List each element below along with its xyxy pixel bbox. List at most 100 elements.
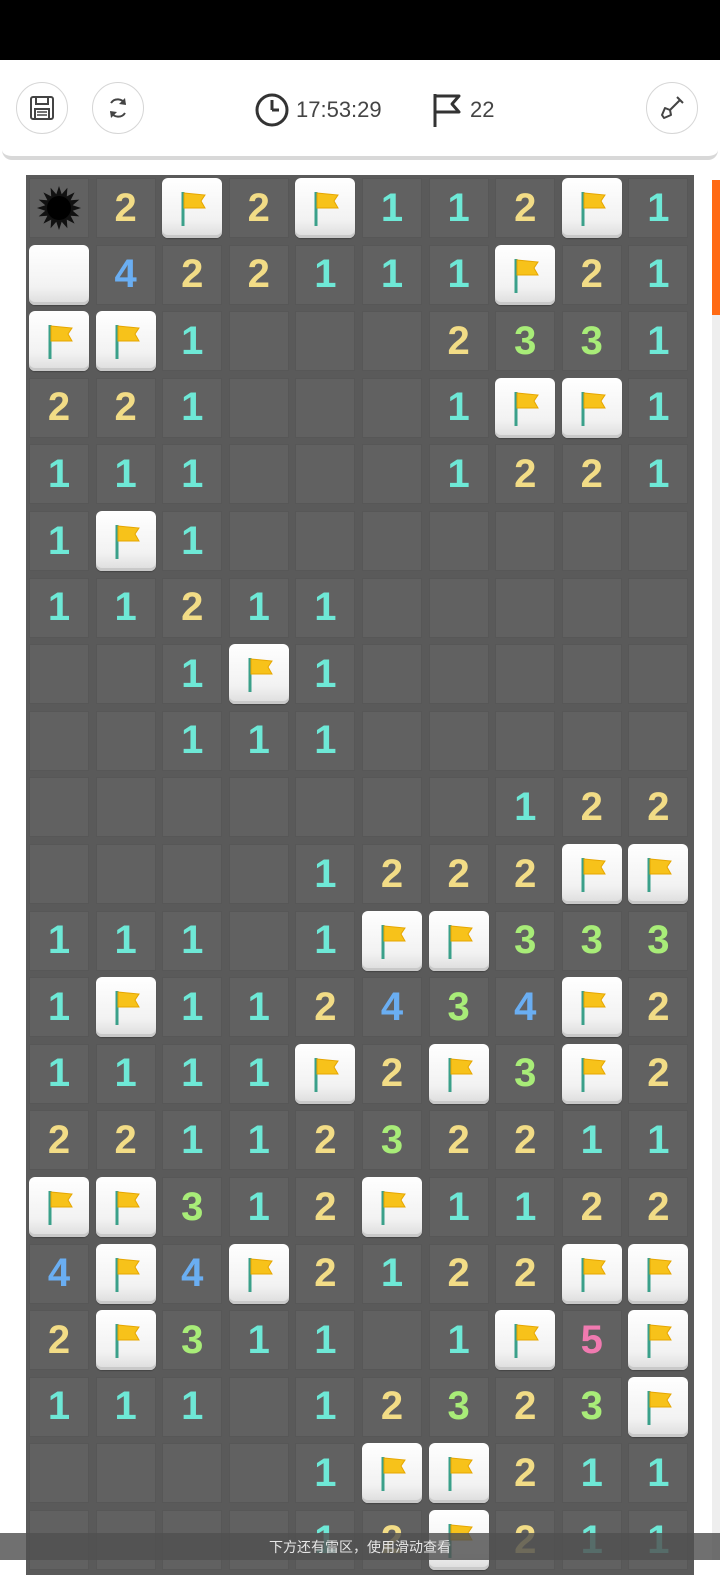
number-cell[interactable]: 1	[628, 1110, 689, 1171]
empty-cell[interactable]	[428, 777, 489, 838]
empty-cell[interactable]	[362, 444, 422, 505]
empty-cell[interactable]	[228, 377, 289, 438]
number-cell[interactable]: 1	[362, 244, 422, 305]
number-cell[interactable]: 1	[162, 1043, 223, 1104]
empty-cell[interactable]	[428, 644, 489, 705]
flagged-cell[interactable]	[95, 511, 156, 571]
flagged-cell[interactable]	[628, 1243, 689, 1304]
number-cell[interactable]: 1	[228, 577, 289, 638]
empty-cell[interactable]	[628, 710, 689, 771]
number-cell[interactable]: 2	[29, 377, 89, 438]
number-cell[interactable]: 2	[95, 178, 156, 238]
number-cell[interactable]: 1	[561, 1443, 622, 1504]
empty-cell[interactable]	[95, 844, 156, 904]
empty-cell[interactable]	[561, 511, 622, 571]
number-cell[interactable]: 1	[295, 710, 356, 771]
flagged-cell[interactable]	[95, 977, 156, 1038]
flagged-cell[interactable]	[561, 1043, 622, 1104]
number-cell[interactable]: 1	[628, 244, 689, 305]
number-cell[interactable]: 1	[228, 710, 289, 771]
empty-cell[interactable]	[29, 644, 89, 705]
number-cell[interactable]: 3	[428, 1376, 489, 1437]
flagged-cell[interactable]	[362, 1443, 422, 1504]
number-cell[interactable]: 1	[495, 1177, 556, 1237]
empty-cell[interactable]	[162, 777, 223, 838]
number-cell[interactable]: 2	[295, 1177, 356, 1237]
number-cell[interactable]: 3	[428, 977, 489, 1038]
number-cell[interactable]: 1	[362, 178, 422, 238]
number-cell[interactable]: 1	[162, 644, 223, 705]
number-cell[interactable]: 1	[228, 1177, 289, 1237]
number-cell[interactable]: 2	[362, 1376, 422, 1437]
empty-cell[interactable]	[228, 444, 289, 505]
empty-cell[interactable]	[495, 710, 556, 771]
number-cell[interactable]: 1	[495, 777, 556, 838]
flagged-cell[interactable]	[95, 311, 156, 372]
empty-cell[interactable]	[95, 644, 156, 705]
empty-cell[interactable]	[29, 1443, 89, 1504]
empty-cell[interactable]	[228, 910, 289, 971]
flagged-cell[interactable]	[95, 1243, 156, 1304]
number-cell[interactable]: 1	[428, 1310, 489, 1371]
empty-cell[interactable]	[95, 777, 156, 838]
number-cell[interactable]: 1	[428, 178, 489, 238]
number-cell[interactable]: 1	[295, 1376, 356, 1437]
empty-cell[interactable]	[495, 511, 556, 571]
number-cell[interactable]: 1	[162, 377, 223, 438]
number-cell[interactable]: 1	[362, 1243, 422, 1304]
number-cell[interactable]: 2	[628, 1177, 689, 1237]
flagged-cell[interactable]	[362, 910, 422, 971]
number-cell[interactable]: 1	[428, 1177, 489, 1237]
flagged-cell[interactable]	[561, 844, 622, 904]
empty-cell[interactable]	[628, 511, 689, 571]
empty-cell[interactable]	[29, 710, 89, 771]
number-cell[interactable]: 1	[295, 644, 356, 705]
number-cell[interactable]: 1	[29, 511, 89, 571]
number-cell[interactable]: 2	[228, 244, 289, 305]
number-cell[interactable]: 1	[295, 844, 356, 904]
empty-cell[interactable]	[628, 644, 689, 705]
number-cell[interactable]: 2	[495, 1443, 556, 1504]
flagged-cell[interactable]	[495, 377, 556, 438]
flagged-cell[interactable]	[29, 1177, 89, 1237]
empty-cell[interactable]	[495, 644, 556, 705]
number-cell[interactable]: 1	[428, 444, 489, 505]
number-cell[interactable]: 2	[362, 844, 422, 904]
number-cell[interactable]: 2	[228, 178, 289, 238]
number-cell[interactable]: 2	[428, 1110, 489, 1171]
shovel-button[interactable]	[646, 82, 698, 134]
flagged-cell[interactable]	[428, 1443, 489, 1504]
number-cell[interactable]: 1	[29, 910, 89, 971]
number-cell[interactable]: 1	[162, 444, 223, 505]
empty-cell[interactable]	[362, 1310, 422, 1371]
empty-cell[interactable]	[495, 577, 556, 638]
number-cell[interactable]: 2	[628, 777, 689, 838]
number-cell[interactable]: 1	[295, 1443, 356, 1504]
number-cell[interactable]: 1	[228, 977, 289, 1038]
empty-cell[interactable]	[228, 1443, 289, 1504]
flagged-cell[interactable]	[228, 644, 289, 705]
empty-cell[interactable]	[428, 577, 489, 638]
empty-cell[interactable]	[428, 511, 489, 571]
number-cell[interactable]: 2	[561, 444, 622, 505]
number-cell[interactable]: 1	[162, 1110, 223, 1171]
empty-cell[interactable]	[362, 710, 422, 771]
empty-cell[interactable]	[228, 1376, 289, 1437]
flagged-cell[interactable]	[295, 178, 356, 238]
flagged-cell[interactable]	[428, 1043, 489, 1104]
number-cell[interactable]: 4	[95, 244, 156, 305]
number-cell[interactable]: 1	[29, 1376, 89, 1437]
number-cell[interactable]: 1	[95, 577, 156, 638]
empty-cell[interactable]	[162, 1443, 223, 1504]
flagged-cell[interactable]	[561, 377, 622, 438]
number-cell[interactable]: 1	[295, 910, 356, 971]
number-cell[interactable]: 2	[561, 1177, 622, 1237]
empty-cell[interactable]	[228, 511, 289, 571]
empty-cell[interactable]	[628, 577, 689, 638]
number-cell[interactable]: 2	[495, 844, 556, 904]
number-cell[interactable]: 1	[561, 1110, 622, 1171]
number-cell[interactable]: 2	[428, 1243, 489, 1304]
number-cell[interactable]: 4	[29, 1243, 89, 1304]
number-cell[interactable]: 3	[495, 1043, 556, 1104]
number-cell[interactable]: 1	[228, 1310, 289, 1371]
